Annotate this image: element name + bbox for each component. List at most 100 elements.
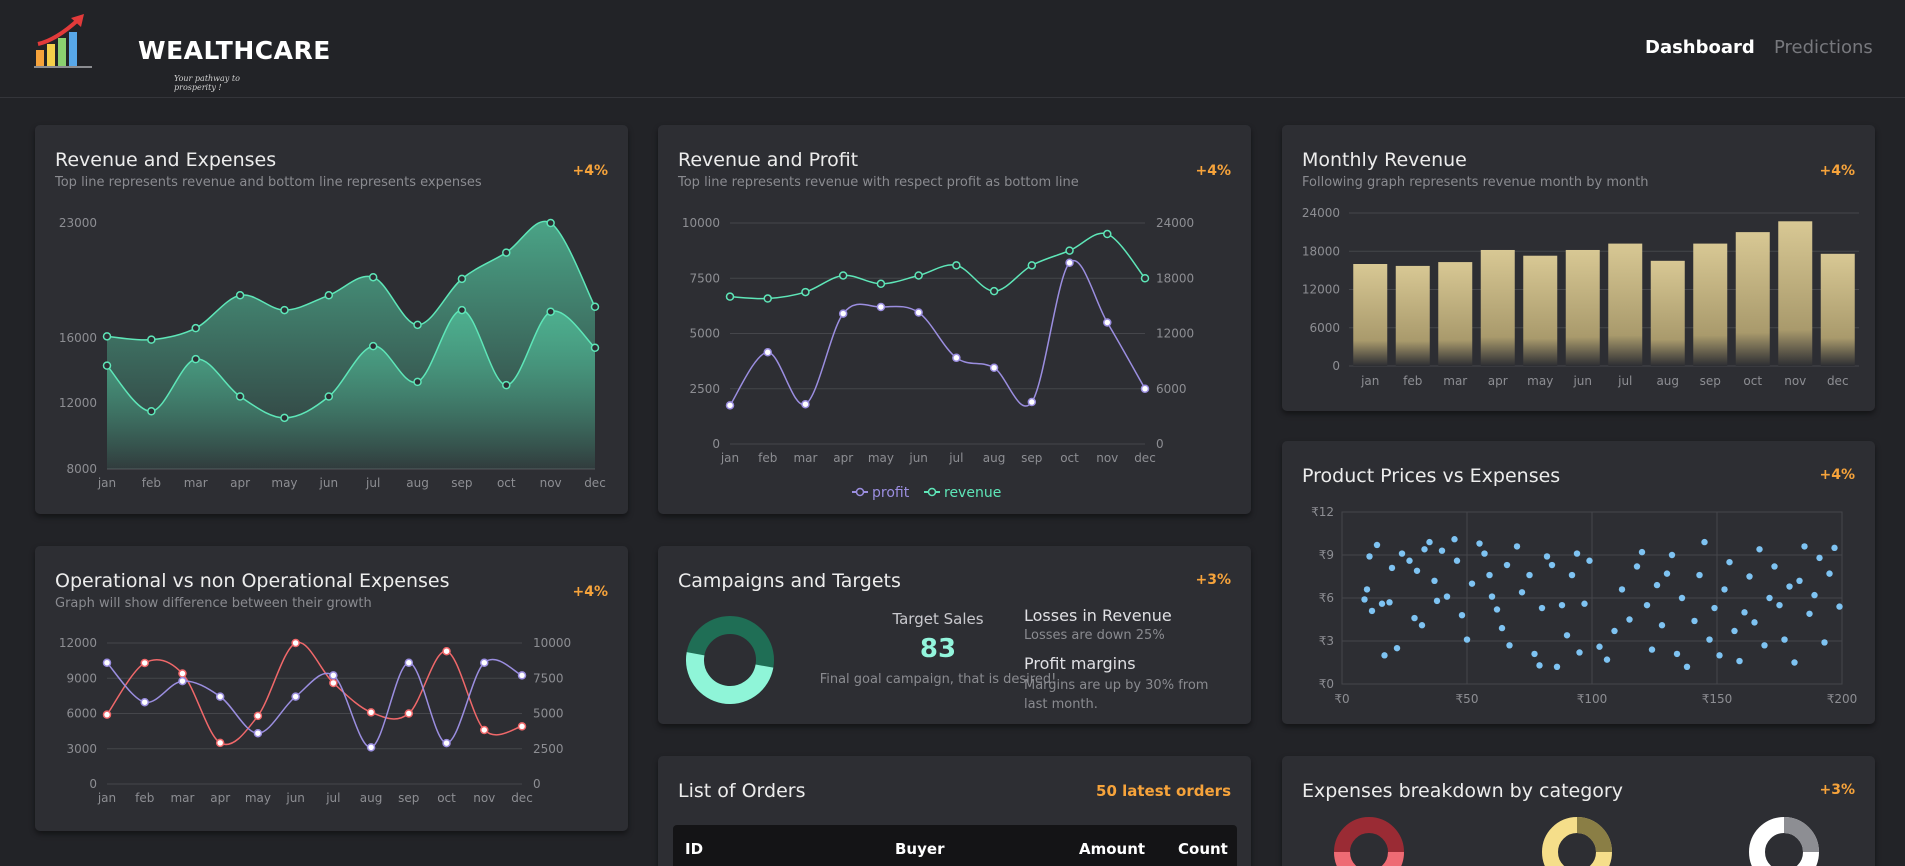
scatter-point [1386,599,1393,606]
data-point [140,658,149,668]
scatter-point [1513,543,1521,550]
column-header-amount[interactable]: Amount [1079,840,1145,858]
column-header-buyer[interactable]: Buyer [895,840,944,858]
x-tick-label: nov [1096,451,1118,465]
orders-table-header: ID Buyer Amount Count [673,825,1237,866]
data-point [590,343,600,352]
nav-dashboard[interactable]: Dashboard [1645,37,1755,58]
data-point [404,709,414,718]
data-point [502,380,511,390]
scatter-point [1751,619,1758,626]
data-point [368,272,378,282]
y-tick-label: 16000 [59,331,97,345]
scatter-point [1638,548,1646,556]
data-point [368,341,378,351]
y-tick-label-left: 10000 [682,216,720,230]
scatter-point [1553,663,1561,670]
x-tick-label: sep [451,476,472,490]
target-sales-label: Target Sales [892,610,984,628]
scatter-point [1648,646,1656,653]
legend-label: revenue [944,485,1001,501]
x-tick-label: jan [97,791,116,805]
scatter-point [1781,636,1788,643]
y-tick-label: 23000 [59,216,97,230]
scatter-point [1411,614,1418,622]
scatter-point [1761,642,1768,649]
y-tick-label-left: 9000 [66,671,97,685]
y-tick-label: 18000 [1302,244,1340,258]
x-tick-label: dec [584,476,606,490]
scatter-point [1573,550,1581,557]
x-tick-label: sep [398,791,419,805]
scatter-point [1826,570,1833,577]
scatter-point [1426,538,1433,546]
x-tick-label: jun [1572,374,1592,388]
y-tick-label-left: 0 [712,437,720,451]
profit-point [1140,384,1150,393]
y-tick-label-left: 2500 [689,382,720,396]
data-point [404,658,414,667]
series-line [106,641,523,746]
scatter-point [1731,627,1738,635]
y-tick-label: ₹0 [1319,677,1334,691]
x-tick-label: dec [511,791,533,805]
x-tick-label: aug [406,476,429,490]
nav-predictions[interactable]: Predictions [1774,37,1873,58]
profit-point [1103,318,1112,327]
scatter-point [1806,610,1813,617]
x-tick-label: feb [135,791,154,805]
scatter-point [1443,593,1451,600]
revenue-profit-card: Revenue and Profit Top line represents r… [658,125,1251,514]
profit-point [952,353,961,363]
scatter-point [1431,577,1438,584]
y-tick-label: 8000 [66,462,97,476]
x-tick-label: oct [497,476,516,490]
scatter-point [1568,571,1576,579]
y-tick-label-left: 3000 [66,742,97,756]
profit-point [876,302,886,312]
y-tick-label-left: 6000 [66,707,97,721]
scatter-point [1526,571,1533,579]
y-tick-label-right: 7500 [533,671,564,685]
scatter-point [1498,624,1506,632]
scatter-point [1683,663,1691,670]
scatter-point [1701,538,1708,546]
scatter-point [1801,543,1808,550]
revenue-line [729,232,1146,300]
profit-point [1027,397,1037,407]
column-header-id[interactable]: ID [685,840,703,858]
data-point [517,722,527,731]
profit-point [989,363,999,373]
scatter-point [1438,547,1446,554]
x-tick-label: sep [1700,374,1721,388]
scatter-point [1381,652,1388,659]
revenue-point [914,271,923,280]
scatter-point [1368,607,1376,615]
scatter-point [1673,650,1681,658]
scatter-point [1406,557,1413,564]
x-tick-label: nov [1784,374,1806,388]
revenue-point [1027,261,1037,270]
x-tick-label: dec [1827,374,1849,388]
data-point [442,646,451,656]
scatter-point [1711,604,1718,612]
x-tick-label: oct [437,791,456,805]
y-tick-label-right: 6000 [1156,382,1187,396]
revenue-bar [1438,262,1473,366]
y-tick-label-left: 0 [89,777,97,791]
column-header-count[interactable]: Count [1178,840,1228,858]
revenue-bar [1353,264,1388,366]
profit-margins-title: Profit margins [1024,654,1136,673]
revenue-bar [1693,243,1728,366]
monthly-revenue-card: Monthly Revenue Following graph represen… [1282,125,1875,411]
revenue-bar [1735,232,1770,366]
wealthcare-logo[interactable]: WEALTHCARE Your pathway to prosperity ! [34,14,330,92]
x-tick-label: jan [97,476,116,490]
data-point [191,323,200,333]
data-point [324,291,334,300]
y-tick-label-right: 0 [533,777,541,791]
data-point [280,413,289,423]
profit-point [914,308,923,317]
legend-marker-dot [927,487,937,497]
scatter-point [1716,652,1723,659]
